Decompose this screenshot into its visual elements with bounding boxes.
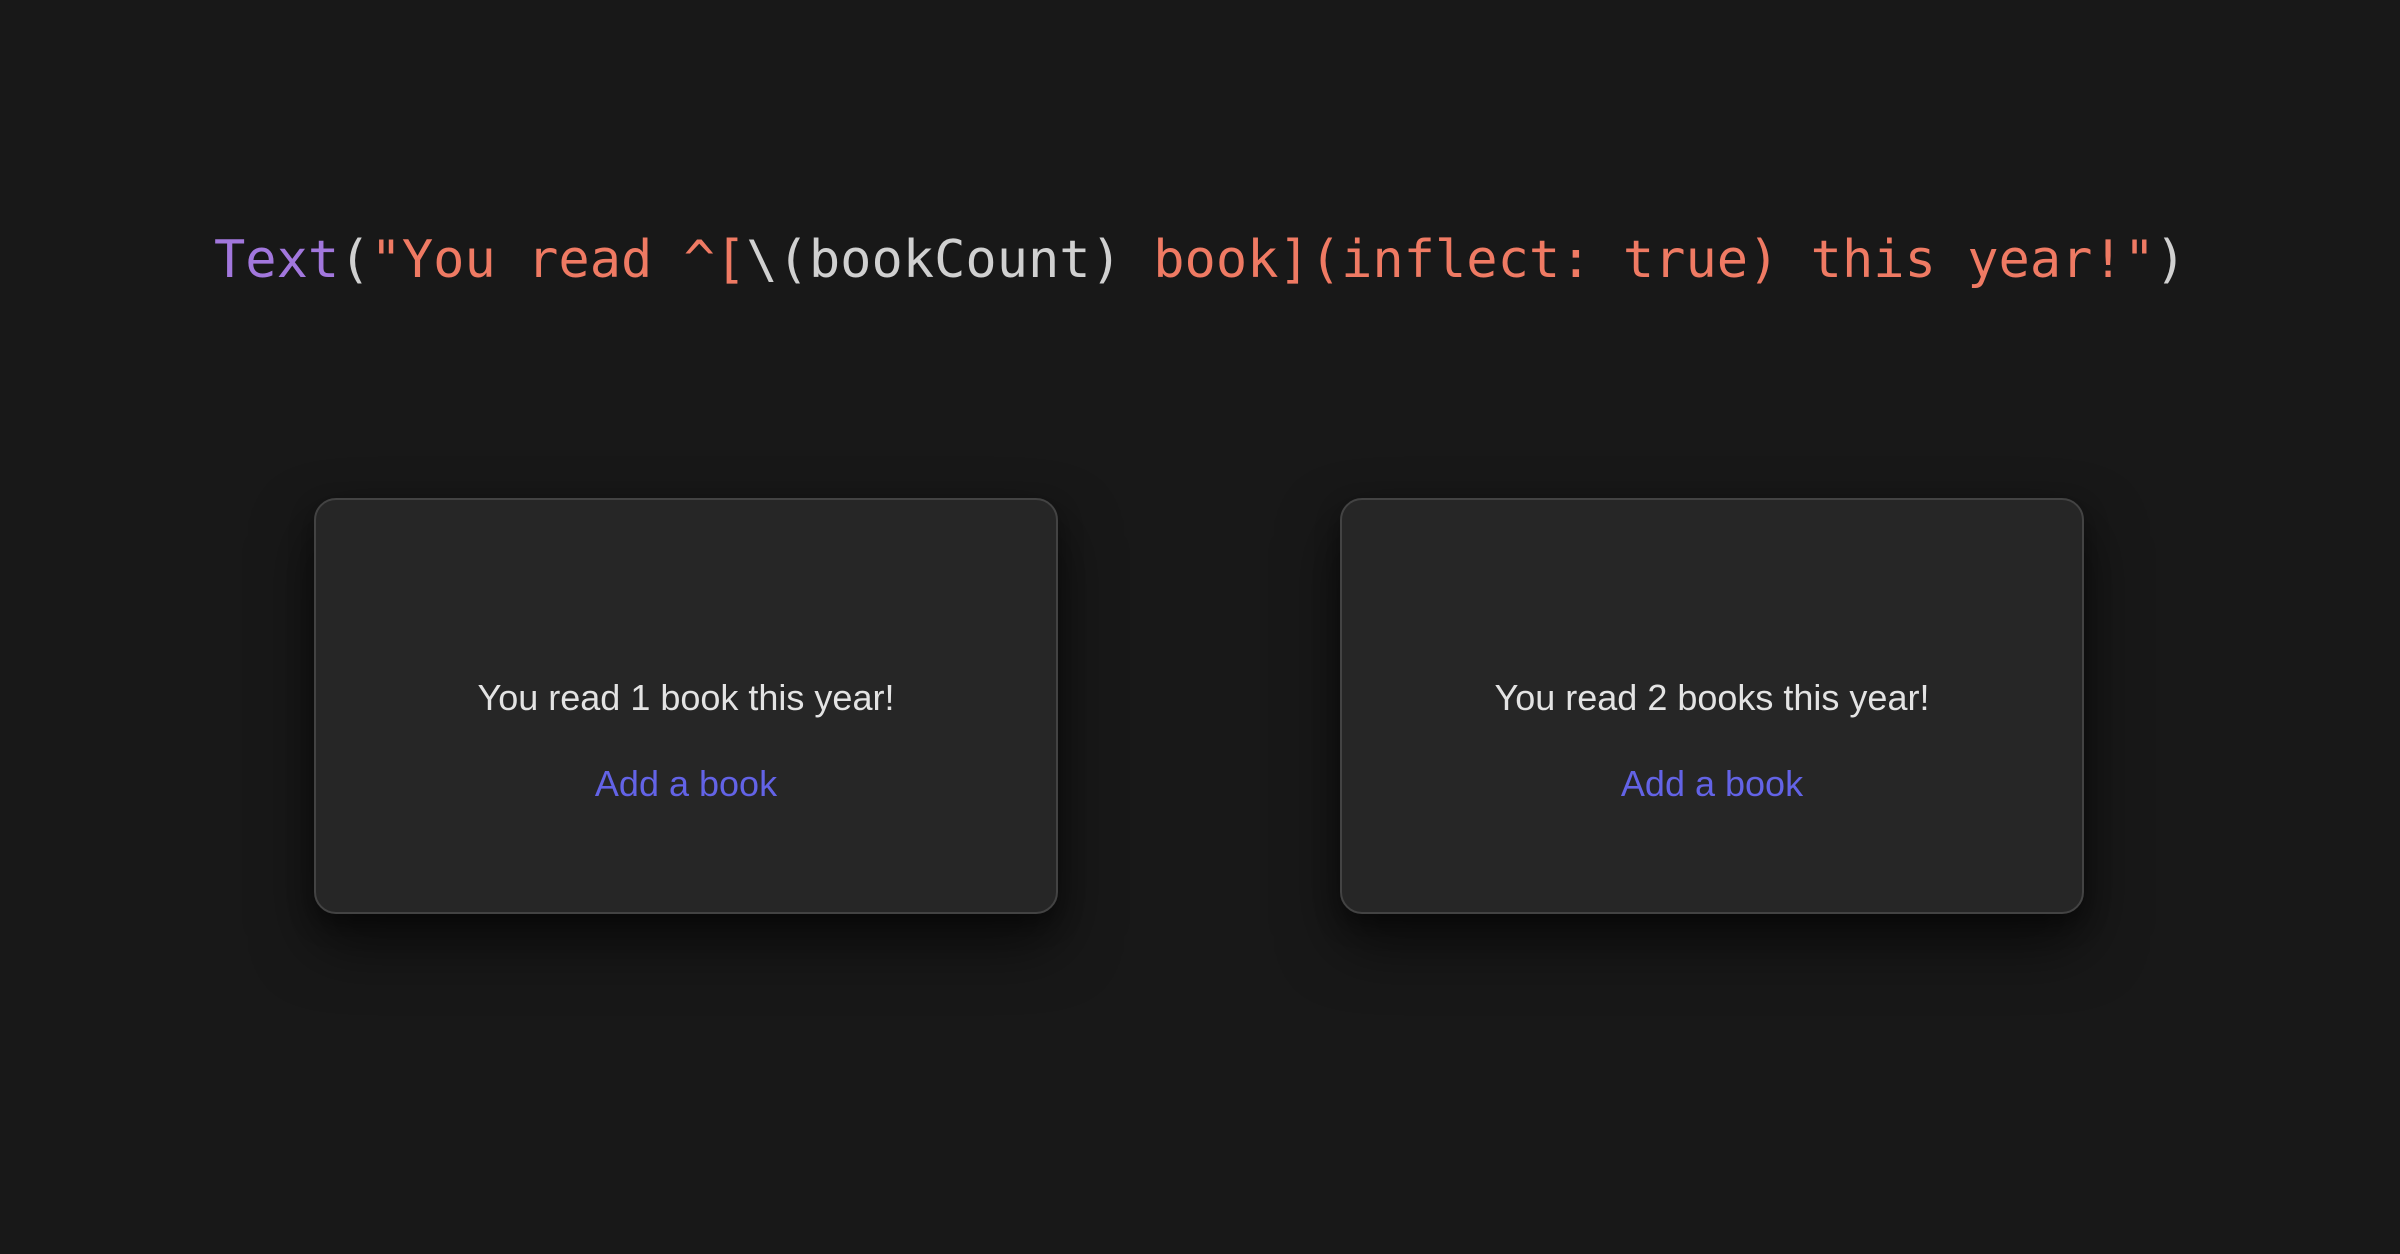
code-close-paren: )	[2155, 230, 2187, 290]
code-function-name: Text	[214, 230, 340, 290]
code-string-prefix: "You read ^[	[370, 230, 747, 290]
code-string-suffix: book](inflect: true) this year!"	[1121, 230, 2156, 290]
book-count-message: You read 1 book this year!	[477, 677, 895, 718]
preview-card-one-book: You read 1 book this year! Add a book	[314, 498, 1058, 914]
code-open-paren: (	[339, 230, 371, 290]
add-book-button[interactable]: Add a book	[587, 760, 785, 808]
code-snippet: Text("You read ^[\(bookCount) book](infl…	[214, 220, 2186, 300]
book-count-message: You read 2 books this year!	[1494, 677, 1930, 718]
add-book-button[interactable]: Add a book	[1613, 760, 1811, 808]
code-interpolation: \(bookCount)	[746, 230, 1122, 290]
preview-card-two-books: You read 2 books this year! Add a book	[1340, 498, 2084, 914]
